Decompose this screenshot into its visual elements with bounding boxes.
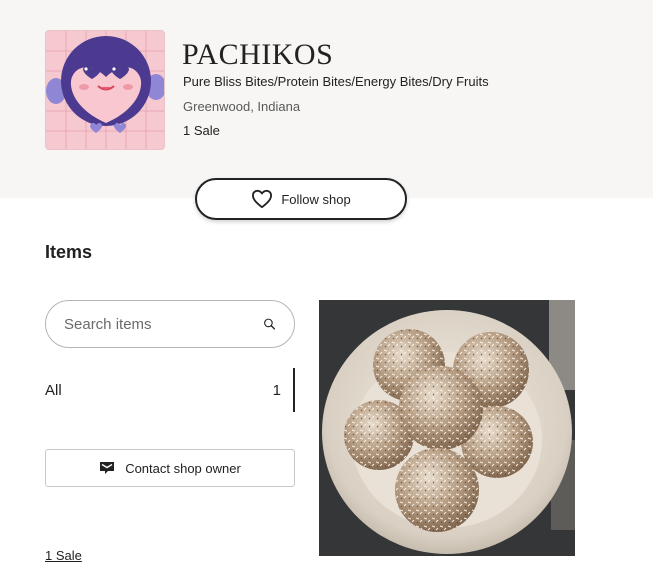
sales-link[interactable]: 1 Sale xyxy=(45,548,82,563)
contact-shop-owner-label: Contact shop owner xyxy=(125,460,241,476)
listing-card-image[interactable] xyxy=(319,300,575,556)
message-icon xyxy=(100,462,115,474)
search-box xyxy=(45,300,295,348)
shop-logo xyxy=(45,30,165,150)
category-label: All xyxy=(45,381,62,399)
heart-icon xyxy=(252,189,273,209)
category-item-all[interactable]: All 1 xyxy=(45,368,295,412)
shop-location: Greenwood, Indiana xyxy=(183,99,301,114)
follow-shop-label: Follow shop xyxy=(281,191,351,207)
shop-sales-count: 1 Sale xyxy=(183,123,220,138)
category-count: 1 xyxy=(272,381,281,399)
shop-name: PACHIKOS xyxy=(182,38,334,71)
penguin-logo-icon xyxy=(46,31,164,149)
items-heading: Items xyxy=(45,242,93,262)
follow-shop-button[interactable]: Follow shop xyxy=(195,178,407,220)
energy-bites-photo-icon xyxy=(319,300,575,556)
contact-shop-owner-button[interactable]: Contact shop owner xyxy=(45,449,295,487)
search-icon[interactable] xyxy=(263,312,276,336)
shop-tagline: Pure Bliss Bites/Protein Bites/Energy Bi… xyxy=(183,74,489,89)
category-selected-indicator xyxy=(293,368,295,412)
search-input[interactable] xyxy=(64,315,263,333)
